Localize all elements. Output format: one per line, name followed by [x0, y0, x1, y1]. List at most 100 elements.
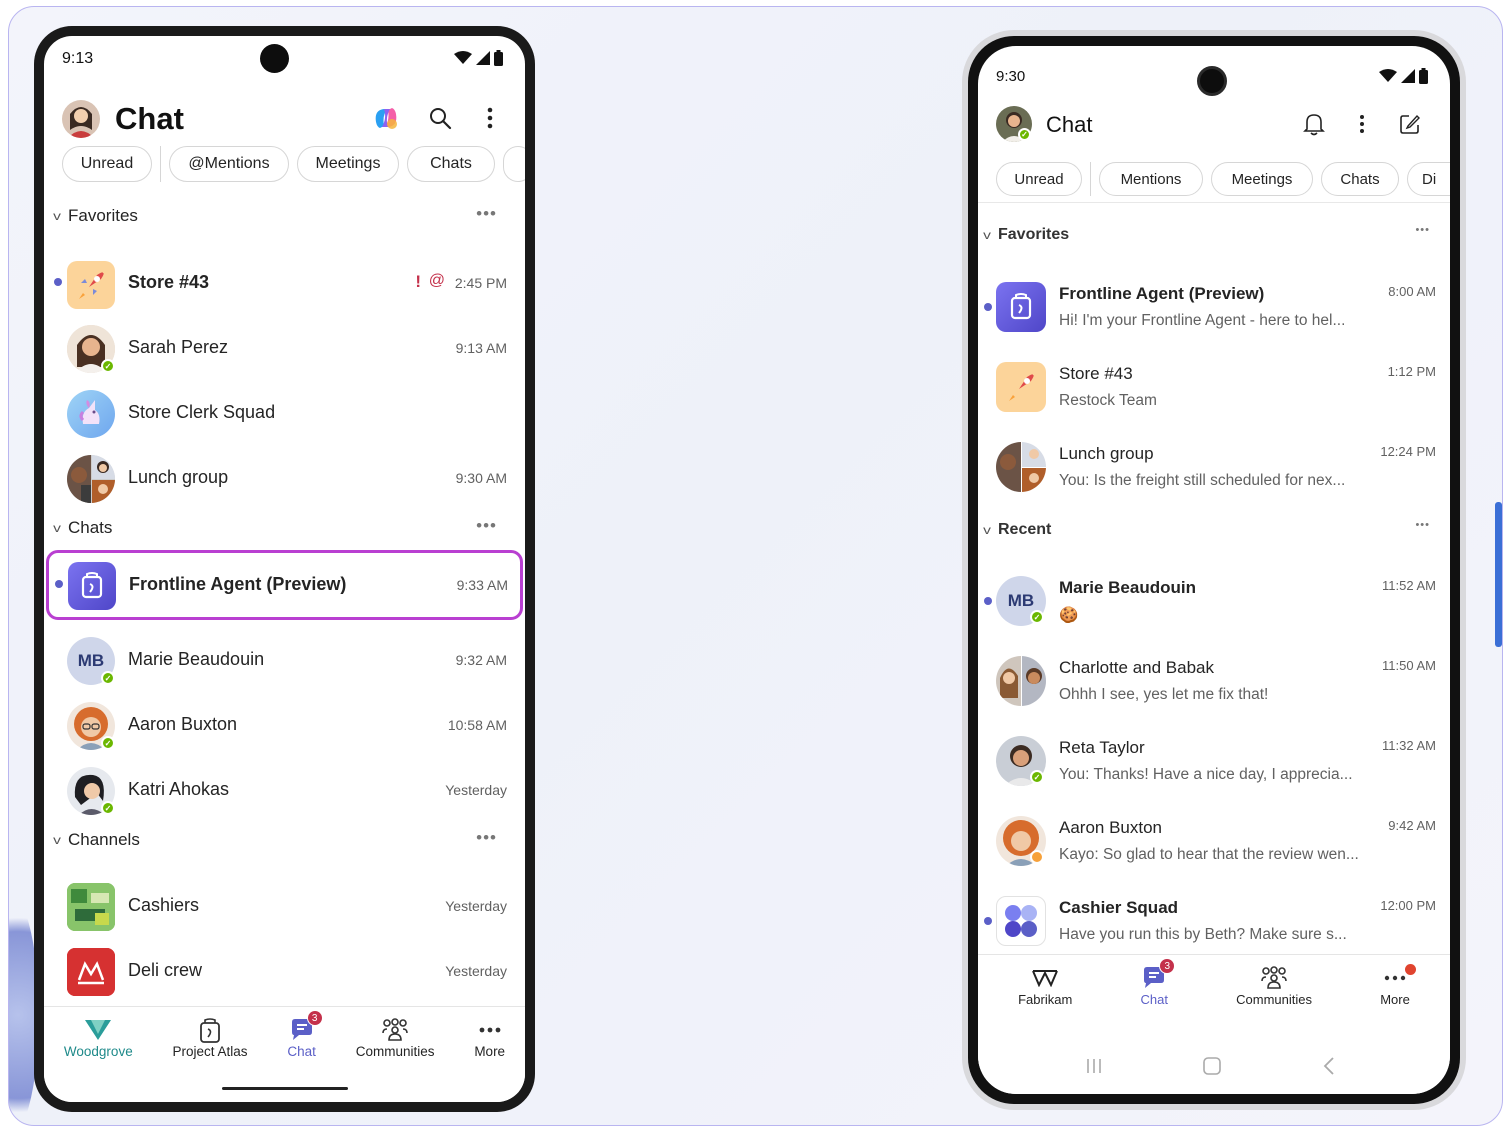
nav-chat[interactable]: 3 Chat: [1140, 958, 1176, 1007]
chat-preview: Hi! I'm your Frontline Agent - here to h…: [1059, 312, 1346, 329]
nav-fabrikam[interactable]: Fabrikam: [1018, 964, 1072, 1007]
recent-apps-icon[interactable]: [1085, 1057, 1103, 1075]
chat-name: Store #43: [1059, 364, 1133, 383]
nav-label: Project Atlas: [172, 1044, 248, 1059]
section-recent[interactable]: v Recent •••: [983, 519, 1450, 541]
more-options-icon[interactable]: [1350, 110, 1374, 138]
chat-row-frontline-agent[interactable]: Frontline Agent (Preview) 9:33 AM: [46, 550, 523, 620]
communities-icon: [1260, 964, 1288, 992]
fabrikam-logo-icon: [1032, 964, 1059, 992]
filter-meetings[interactable]: Meetings: [1211, 162, 1313, 196]
chat-time: 8:00 AM: [1388, 284, 1436, 299]
group-avatar: [996, 442, 1046, 492]
nav-chat[interactable]: 3 Chat: [287, 1010, 323, 1059]
nav-project-atlas[interactable]: Project Atlas: [173, 1016, 248, 1059]
chat-row-marie-beaudouin[interactable]: MB ✓ Marie Beaudouin 9:32 AM: [44, 625, 525, 685]
nav-communities[interactable]: Communities: [1236, 964, 1312, 1007]
chat-time: 1:12 PM: [1387, 364, 1436, 379]
section-recent-more-icon[interactable]: •••: [1415, 519, 1430, 531]
chat-time: 9:42 AM: [1388, 818, 1436, 833]
system-nav-bar: [978, 1051, 1450, 1081]
chat-row-lunch-group[interactable]: Lunch group 12:24 PM You: Is the freight…: [978, 426, 1450, 496]
bell-icon[interactable]: [1300, 110, 1328, 138]
filter-chats[interactable]: Chats: [1321, 162, 1399, 196]
nav-label: Communities: [355, 1044, 435, 1059]
filter-mentions[interactable]: @Mentions: [169, 146, 289, 182]
nav-more[interactable]: More: [1380, 964, 1417, 1007]
chat-icon: 3: [289, 1010, 323, 1044]
nav-more[interactable]: More: [474, 1016, 505, 1059]
page-title: Chat: [115, 101, 184, 136]
chat-name: Sarah Perez: [128, 337, 229, 357]
chat-time: 9:32 AM: [455, 652, 507, 668]
channel-name: Deli crew: [128, 960, 203, 980]
section-favorites-more-icon[interactable]: •••: [476, 204, 497, 224]
channel-row-cashiers[interactable]: Cashiers Yesterday: [44, 871, 525, 931]
back-button-icon[interactable]: [1322, 1056, 1336, 1076]
chat-row-frontline-agent[interactable]: Frontline Agent (Preview) 8:00 AM Hi! I'…: [978, 266, 1450, 336]
nav-communities[interactable]: Communities: [356, 1016, 435, 1059]
filter-pills: Unread Mentions Meetings Chats Di: [996, 162, 1450, 196]
chat-row-marie-beaudouin[interactable]: MB ✓ Marie Beaudouin 11:52 AM 🍪: [978, 560, 1450, 630]
section-chats[interactable]: v Chats •••: [53, 516, 525, 540]
profile-avatar[interactable]: [62, 100, 100, 138]
chat-row-lunch-group[interactable]: Lunch group 9:30 AM: [44, 443, 525, 503]
chat-row-cashier-squad[interactable]: Cashier Squad 12:00 PM Have you run this…: [978, 880, 1450, 950]
filter-unread[interactable]: Unread: [62, 146, 152, 182]
frontline-agent-icon: [198, 1016, 222, 1044]
status-bar: 9:30: [978, 46, 1450, 96]
chat-name: Lunch group: [1059, 444, 1154, 463]
section-chats-label: Chats: [68, 518, 113, 537]
chat-time: 9:30 AM: [455, 470, 507, 486]
battery-icon: [1419, 68, 1428, 84]
chat-row-aaron-buxton[interactable]: Aaron Buxton 9:42 AM Kayo: So glad to he…: [978, 800, 1450, 870]
more-options-icon[interactable]: [474, 102, 506, 134]
nav-label: Chat: [1140, 992, 1168, 1007]
compose-icon[interactable]: [1396, 110, 1424, 138]
filter-more-partial[interactable]: [503, 146, 525, 182]
status-bar: 9:13: [44, 36, 525, 86]
chat-name: Aaron Buxton: [128, 714, 238, 734]
chat-row-sarah-perez[interactable]: ✓ Sarah Perez 9:13 AM: [44, 313, 525, 373]
presence-available-icon: ✓: [1030, 610, 1044, 624]
chat-row-store43[interactable]: Store #43 1:12 PM Restock Team: [978, 346, 1450, 416]
section-favorites[interactable]: v Favorites •••: [983, 224, 1450, 246]
page-title: Chat: [1046, 112, 1093, 137]
chevron-down-icon: v: [983, 228, 991, 242]
filter-chats[interactable]: Chats: [407, 146, 495, 182]
filter-unread[interactable]: Unread: [996, 162, 1082, 196]
section-channels[interactable]: v Channels •••: [53, 828, 525, 852]
presence-available-icon: ✓: [101, 736, 115, 750]
chat-preview: You: Thanks! Have a nice day, I apprecia…: [1059, 766, 1353, 783]
channel-row-deli-crew[interactable]: Deli crew Yesterday: [44, 936, 525, 996]
chat-row-aaron-buxton[interactable]: ✓ Aaron Buxton 10:58 AM: [44, 690, 525, 750]
more-notification-dot: [1405, 964, 1417, 975]
home-indicator[interactable]: [222, 1087, 348, 1090]
section-favorites[interactable]: v Favorites •••: [53, 204, 525, 228]
filter-partial[interactable]: Di: [1407, 162, 1450, 196]
wifi-icon: [454, 51, 472, 64]
copilot-icon[interactable]: [370, 102, 402, 134]
frontline-agent-icon: [68, 562, 116, 610]
left-phone-screen: 9:13 Chat Unread @Mentions Meetings Chat…: [44, 36, 525, 1102]
section-chats-more-icon[interactable]: •••: [476, 516, 497, 536]
unread-dot: [984, 917, 992, 925]
status-icons: [1379, 68, 1428, 84]
chat-row-store43[interactable]: Store #43 ! @ 2:45 PM: [44, 248, 525, 309]
chat-row-reta-taylor[interactable]: ✓ Reta Taylor 11:32 AM You: Thanks! Have…: [978, 720, 1450, 790]
chat-row-charlotte-and-babak[interactable]: Charlotte and Babak 11:50 AM Ohhh I see,…: [978, 640, 1450, 710]
chat-name: Lunch group: [128, 467, 229, 487]
nav-label: More: [474, 1044, 506, 1059]
nav-woodgrove[interactable]: Woodgrove: [64, 1016, 133, 1059]
search-icon[interactable]: [424, 102, 456, 134]
chat-row-katri-ahokas[interactable]: ✓ Katri Ahokas Yesterday: [44, 755, 525, 815]
home-button-icon[interactable]: [1202, 1056, 1222, 1076]
presence-available-icon: ✓: [101, 801, 115, 815]
chat-row-store-clerk-squad[interactable]: Store Clerk Squad: [44, 378, 525, 438]
filter-mentions[interactable]: Mentions: [1099, 162, 1203, 196]
header-divider: [978, 202, 1450, 203]
channel-time: Yesterday: [445, 963, 507, 979]
section-favorites-more-icon[interactable]: •••: [1415, 224, 1430, 236]
section-channels-more-icon[interactable]: •••: [476, 828, 497, 848]
filter-meetings[interactable]: Meetings: [297, 146, 399, 182]
